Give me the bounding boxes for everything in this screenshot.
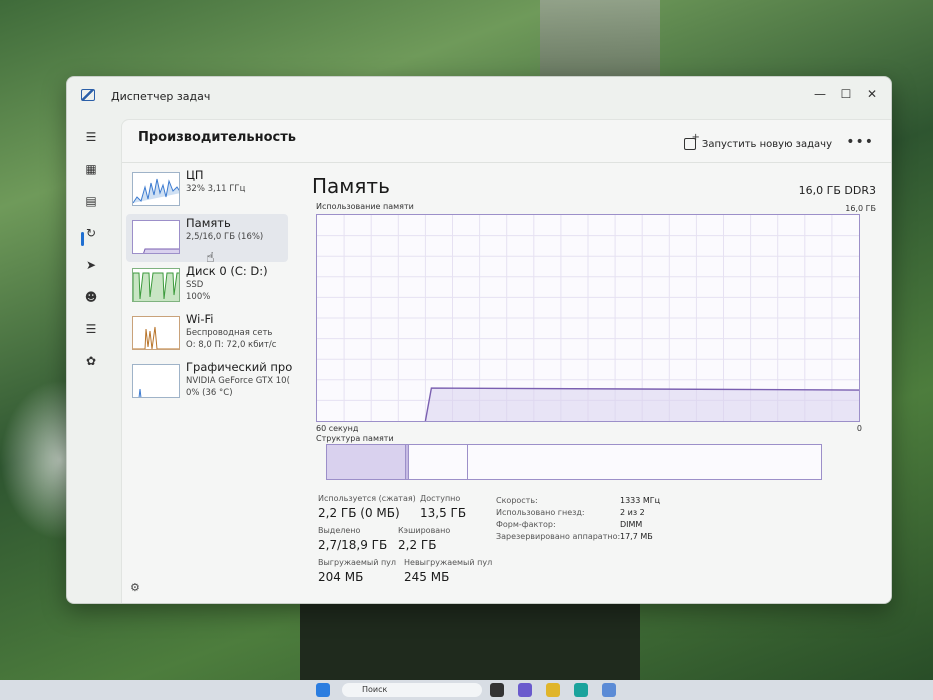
app-history-icon[interactable]: ↻ [83, 225, 99, 241]
task-manager-taskbar-icon[interactable] [602, 683, 616, 697]
background-cliff [540, 0, 660, 80]
new-task-icon [683, 132, 700, 150]
header-divider [122, 162, 891, 163]
reserved-label: Зарезервировано аппаратно: [496, 532, 621, 541]
task-manager-icon [81, 89, 95, 101]
in-use-value: 2,2 ГБ (0 МБ) [318, 506, 400, 520]
minimize-button[interactable]: — [809, 85, 831, 103]
taskbar-search[interactable]: Поиск [342, 683, 482, 697]
speed-value: 1333 МГц [620, 496, 661, 505]
sidebar-item-sub: Беспроводная сеть [186, 328, 273, 338]
usage-max-label: 16,0 ГБ [845, 204, 876, 213]
navigation-rail: ☰ ▦ ▤ ↻ ➤ ☻ ☰ ✿ [67, 115, 115, 603]
disk-thumbnail [132, 268, 180, 302]
sidebar-item-sub: NVIDIA GeForce GTX 10( [186, 376, 290, 386]
sidebar-item-name: Диск 0 (C: D:) [186, 264, 268, 278]
slots-value: 2 из 2 [620, 508, 645, 517]
nonpaged-pool-value: 245 МБ [404, 570, 450, 584]
available-value: 13,5 ГБ [420, 506, 467, 520]
details-icon[interactable]: ☰ [83, 321, 99, 337]
memory-usage-chart [317, 215, 860, 422]
sidebar-item-cpu[interactable]: ЦП 32% 3,11 ГГц [126, 166, 288, 214]
panel-title: Память [312, 174, 390, 198]
title-bar[interactable]: Диспетчер задач — ☐ ✕ [67, 77, 891, 115]
memory-panel: Память 16,0 ГБ DDR3 Использование памяти… [304, 166, 884, 602]
reserved-value: 17,7 МБ [620, 532, 653, 541]
graph-zero-label: 0 [856, 424, 862, 433]
sidebar-item-sub: О: 8,0 П: 72,0 кбит/с [186, 340, 277, 350]
sidebar-item-name: ЦП [186, 168, 204, 182]
paged-pool-label: Выгружаемый пул [318, 558, 397, 567]
memory-spec: 16,0 ГБ DDR3 [798, 184, 876, 197]
explorer-icon[interactable] [546, 683, 560, 697]
committed-value: 2,7/18,9 ГБ [318, 538, 388, 552]
page-title: Производительность [138, 130, 297, 145]
sidebar-item-disk[interactable]: Диск 0 (C: D:) SSD 100% [126, 262, 288, 310]
more-options-button[interactable]: ••• [846, 134, 874, 150]
committed-label: Выделено [318, 526, 361, 535]
sidebar-item-gpu[interactable]: Графический про NVIDIA GeForce GTX 10( 0… [126, 358, 292, 406]
paged-pool-value: 204 МБ [318, 570, 364, 584]
form-factor-label: Форм-фактор: [496, 520, 556, 529]
form-factor-value: DIMM [620, 520, 643, 529]
menu-icon[interactable]: ☰ [83, 129, 99, 145]
edge-icon[interactable] [574, 683, 588, 697]
memory-thumbnail [132, 220, 180, 254]
run-new-task-button[interactable]: Запустить новую задачу [683, 132, 832, 150]
maximize-button[interactable]: ☐ [835, 85, 857, 103]
hand-cursor-icon: ☝ [206, 250, 215, 266]
sidebar-item-name: Графический про [186, 360, 293, 374]
start-icon[interactable] [316, 683, 330, 697]
sidebar-item-name: Память [186, 216, 231, 230]
time-span-label: 60 секунд [316, 424, 359, 433]
startup-icon[interactable]: ➤ [83, 257, 99, 273]
structure-standby [409, 445, 469, 479]
performance-icon[interactable]: ▤ [83, 193, 99, 209]
sidebar-item-wifi[interactable]: Wi-Fi Беспроводная сеть О: 8,0 П: 72,0 к… [126, 310, 288, 358]
in-use-label: Используется (сжатая) [318, 494, 416, 503]
content-area: Производительность Запустить новую задач… [121, 119, 891, 603]
performance-sidebar: ЦП 32% 3,11 ГГц Память 2,5/16,0 ГБ (16%) [126, 166, 302, 406]
sidebar-item-sub: 100% [186, 292, 211, 302]
sidebar-item-sub: SSD [186, 280, 204, 290]
settings-gear-icon[interactable]: ⚙ [130, 581, 140, 594]
usage-area [425, 388, 859, 421]
chat-icon[interactable] [518, 683, 532, 697]
window-title: Диспетчер задач [111, 90, 211, 103]
wifi-thumbnail [132, 316, 180, 350]
usage-label: Использование памяти [316, 202, 414, 211]
slots-label: Использовано гнезд: [496, 508, 585, 517]
nonpaged-pool-label: Невыгружаемый пул [404, 558, 493, 567]
cached-label: Кэшировано [398, 526, 451, 535]
users-icon[interactable]: ☻ [83, 289, 99, 305]
sidebar-item-sub: 32% 3,11 ГГц [186, 184, 246, 194]
memory-usage-graph [316, 214, 860, 422]
services-icon[interactable]: ✿ [83, 353, 99, 369]
structure-label: Структура памяти [316, 434, 394, 443]
taskbar: Поиск [0, 680, 933, 700]
memory-structure-bar [326, 444, 822, 480]
sidebar-item-sub: 2,5/16,0 ГБ (16%) [186, 232, 264, 242]
sidebar-item-name: Wi-Fi [186, 312, 214, 326]
run-new-task-label: Запустить новую задачу [701, 138, 832, 150]
cached-value: 2,2 ГБ [398, 538, 437, 552]
speed-label: Скорость: [496, 496, 538, 505]
cpu-thumbnail [132, 172, 180, 206]
available-label: Доступно [420, 494, 461, 503]
processes-icon[interactable]: ▦ [83, 161, 99, 177]
task-manager-window: Диспетчер задач — ☐ ✕ ☰ ▦ ▤ ↻ ➤ ☻ ☰ ✿ Пр… [66, 76, 892, 604]
task-view-icon[interactable] [490, 683, 504, 697]
gpu-thumbnail [132, 364, 180, 398]
close-button[interactable]: ✕ [861, 85, 883, 103]
structure-in-use [327, 445, 407, 479]
sidebar-item-sub: 0% (36 °C) [186, 388, 233, 398]
